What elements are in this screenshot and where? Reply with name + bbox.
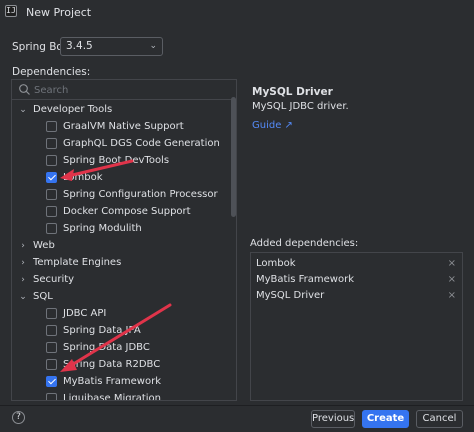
dependency-checkbox[interactable] xyxy=(46,206,57,217)
tree-scrollbar[interactable] xyxy=(231,97,236,217)
dependency-item-row[interactable]: Spring Configuration Processor xyxy=(12,186,230,203)
tree-group-label: Template Engines xyxy=(33,257,122,268)
footer-divider xyxy=(0,405,474,406)
tree-group-label: Developer Tools xyxy=(33,104,113,115)
dependency-item-label: JDBC API xyxy=(63,308,107,319)
title-bar: IJ New Project xyxy=(0,0,474,24)
spring-boot-version-select[interactable]: 3.4.5 ⌄ xyxy=(60,37,163,56)
remove-icon[interactable]: × xyxy=(448,272,456,288)
tree-group-row[interactable]: › Security xyxy=(12,271,230,288)
tree-group-row[interactable]: › Web xyxy=(12,237,230,254)
dependency-checkbox[interactable] xyxy=(46,172,57,183)
previous-button[interactable]: Previous xyxy=(311,410,355,428)
dependency-item-row[interactable]: Spring Data JPA xyxy=(12,322,230,339)
dependency-item-row[interactable]: GraphQL DGS Code Generation xyxy=(12,135,230,152)
dependency-checkbox[interactable] xyxy=(46,342,57,353)
dependency-item-row[interactable]: Liquibase Migration xyxy=(12,390,230,401)
added-dependencies-list: Lombok × MyBatis Framework × MySQL Drive… xyxy=(250,252,463,401)
dependency-checkbox[interactable] xyxy=(46,121,57,132)
help-icon[interactable]: ? xyxy=(12,411,25,424)
added-dependency-label: MyBatis Framework xyxy=(256,274,354,285)
added-dependency-item: Lombok × xyxy=(251,256,462,272)
window-title: New Project xyxy=(26,6,92,19)
dependency-item-label: MyBatis Framework xyxy=(63,376,161,387)
added-dependency-label: Lombok xyxy=(256,258,296,269)
remove-icon[interactable]: × xyxy=(448,288,456,304)
dependency-checkbox[interactable] xyxy=(46,155,57,166)
dependency-item-label: Lombok xyxy=(63,172,103,183)
dependency-item-row[interactable]: Docker Compose Support xyxy=(12,203,230,220)
dependency-checkbox[interactable] xyxy=(46,138,57,149)
dependency-checkbox[interactable] xyxy=(46,325,57,336)
added-dependency-label: MySQL Driver xyxy=(256,290,325,301)
dependency-item-row[interactable]: GraalVM Native Support xyxy=(12,118,230,135)
selected-dependency-title: MySQL Driver xyxy=(252,86,333,98)
dependency-checkbox[interactable] xyxy=(46,376,57,387)
dependencies-tree-panel: ⌄ Developer Tools GraalVM Native Support Gr… xyxy=(11,79,237,401)
dependency-item-row[interactable]: Spring Data JDBC xyxy=(12,339,230,356)
search-icon xyxy=(19,84,30,95)
tree-group-label: SQL xyxy=(33,291,53,302)
search-row xyxy=(12,80,236,100)
dependency-search-input[interactable] xyxy=(34,83,224,97)
dependency-item-label: GraphQL DGS Code Generation xyxy=(63,138,220,149)
tree-group-row[interactable]: › Template Engines xyxy=(12,254,230,271)
added-dependencies-label: Added dependencies: xyxy=(250,238,359,249)
dependency-checkbox[interactable] xyxy=(46,359,57,370)
dependency-item-row[interactable]: MyBatis Framework xyxy=(12,373,230,390)
guide-link[interactable]: Guide ↗ xyxy=(252,120,293,131)
tree-group-label: Security xyxy=(33,274,75,285)
dependencies-label: Dependencies: xyxy=(12,66,91,78)
dependency-item-label: Spring Data JPA xyxy=(63,325,141,336)
dependency-checkbox[interactable] xyxy=(46,308,57,319)
dependency-item-label: Spring Data JDBC xyxy=(63,342,150,353)
dependency-checkbox[interactable] xyxy=(46,189,57,200)
cancel-button[interactable]: Cancel xyxy=(416,410,463,428)
dependency-item-row[interactable]: Lombok xyxy=(12,169,230,186)
dependency-item-label: Spring Configuration Processor xyxy=(63,189,218,200)
dependency-item-label: Spring Modulith xyxy=(63,223,142,234)
chevron-right-icon[interactable]: › xyxy=(18,275,28,285)
remove-icon[interactable]: × xyxy=(448,256,456,272)
dependency-item-row[interactable]: Spring Boot DevTools xyxy=(12,152,230,169)
chevron-right-icon[interactable]: › xyxy=(18,258,28,268)
dependency-item-label: Liquibase Migration xyxy=(63,393,161,401)
chevron-right-icon[interactable]: › xyxy=(18,241,28,251)
chevron-down-icon[interactable]: ⌄ xyxy=(18,292,28,302)
chevron-down-icon[interactable]: ⌄ xyxy=(18,105,28,115)
added-dependency-item: MySQL Driver × xyxy=(251,288,462,304)
dependency-item-label: Spring Data R2DBC xyxy=(63,359,161,370)
added-dependency-item: MyBatis Framework × xyxy=(251,272,462,288)
selected-dependency-description: MySQL JDBC driver. xyxy=(252,101,349,112)
intellij-app-icon: IJ xyxy=(5,5,17,17)
chevron-down-icon: ⌄ xyxy=(149,41,157,51)
spring-boot-version-value: 3.4.5 xyxy=(66,40,93,52)
dependency-item-row[interactable]: Spring Data R2DBC xyxy=(12,356,230,373)
dependency-item-row[interactable]: JDBC API xyxy=(12,305,230,322)
tree-group-row[interactable]: ⌄ SQL xyxy=(12,288,230,305)
dependency-item-label: Spring Boot DevTools xyxy=(63,155,170,166)
dependency-item-label: GraalVM Native Support xyxy=(63,121,184,132)
dependency-item-row[interactable]: Spring Modulith xyxy=(12,220,230,237)
create-button[interactable]: Create xyxy=(362,410,409,428)
dependency-checkbox[interactable] xyxy=(46,393,57,400)
tree-group-label: Web xyxy=(33,240,55,251)
dependency-item-label: Docker Compose Support xyxy=(63,206,191,217)
dependency-checkbox[interactable] xyxy=(46,223,57,234)
tree-group-row[interactable]: ⌄ Developer Tools xyxy=(12,101,230,118)
